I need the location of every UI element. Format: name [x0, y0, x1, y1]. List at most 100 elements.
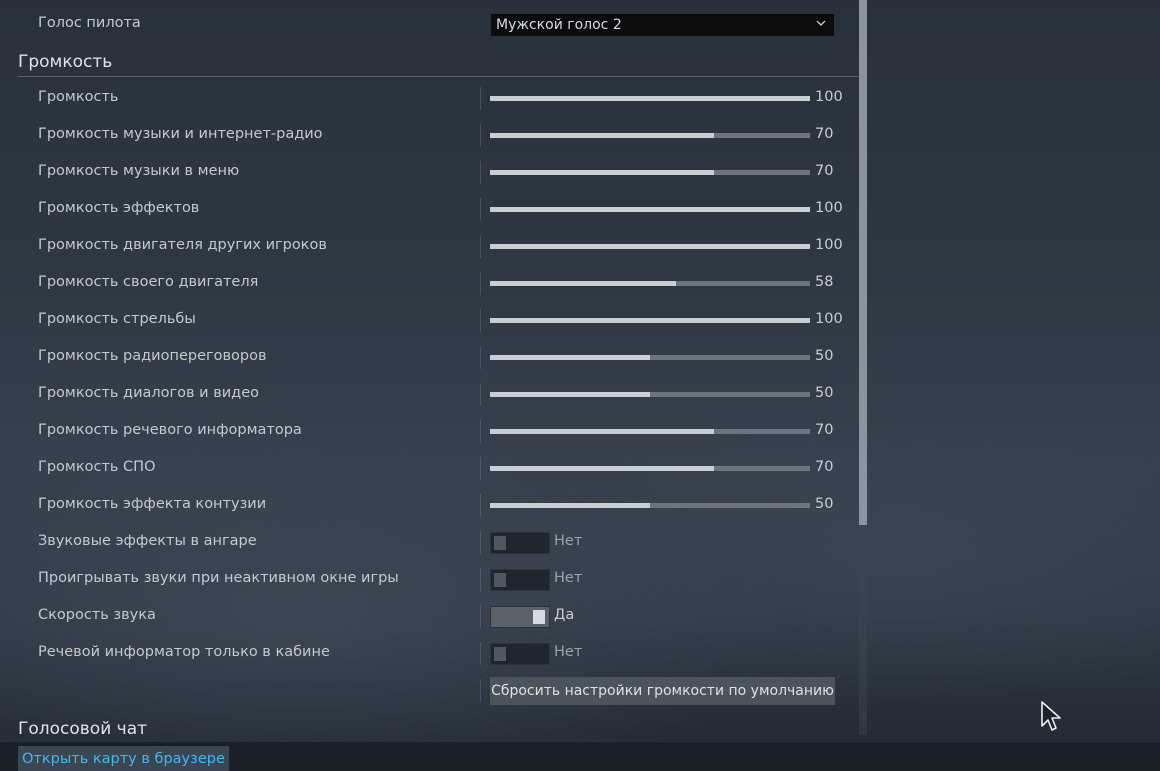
row-separator: [480, 605, 481, 628]
volume-slider-row: Громкость стрельбы 100: [0, 302, 860, 339]
volume-slider[interactable]: [490, 133, 810, 138]
volume-section-title: Громкость: [18, 52, 113, 72]
toggle-switch[interactable]: [490, 569, 550, 591]
volume-slider-row: Громкость музыки и интернет-радио 70: [0, 117, 860, 154]
voice-chat-section-title: Голосовой чат: [18, 719, 148, 739]
volume-slider-label: Громкость стрельбы: [38, 311, 196, 327]
volume-slider-fill: [490, 281, 676, 286]
toggle-knob: [533, 610, 545, 624]
volume-slider-fill: [490, 244, 810, 249]
row-separator: [480, 198, 481, 221]
volume-slider[interactable]: [490, 281, 810, 286]
volume-slider[interactable]: [490, 429, 810, 434]
volume-slider[interactable]: [490, 170, 810, 175]
pilot-voice-selected: Мужской голос 2: [496, 17, 622, 33]
volume-slider-label: Громкость радиопереговоров: [38, 348, 267, 364]
section-divider: [18, 76, 858, 77]
toggle-knob: [494, 536, 506, 550]
toggle-knob: [494, 647, 506, 661]
row-separator: [480, 124, 481, 147]
volume-slider[interactable]: [490, 503, 810, 508]
row-separator: [480, 87, 481, 110]
volume-slider-label: Громкость двигателя других игроков: [38, 237, 327, 253]
toggle-switch[interactable]: [490, 606, 550, 628]
row-separator: [480, 235, 481, 258]
toggle-state-text: Нет: [554, 533, 583, 549]
volume-slider-value: 100: [815, 200, 843, 216]
toggle-label: Речевой информатор только в кабине: [38, 644, 330, 660]
volume-slider-fill: [490, 355, 650, 360]
volume-slider-fill: [490, 170, 714, 175]
volume-slider-label: Громкость СПО: [38, 459, 156, 475]
reset-volume-button[interactable]: Сбросить настройки громкости по умолчани…: [490, 677, 835, 705]
volume-slider-fill: [490, 133, 714, 138]
volume-slider-label: Громкость эффектов: [38, 200, 200, 216]
row-separator: [480, 568, 481, 591]
volume-slider-row: Громкость двигателя других игроков 100: [0, 228, 860, 265]
volume-slider-label: Громкость музыки в меню: [38, 163, 240, 179]
volume-slider-value: 70: [815, 163, 834, 179]
row-separator: [480, 272, 481, 295]
volume-slider-value: 70: [815, 126, 834, 142]
volume-slider-row: Громкость СПО 70: [0, 450, 860, 487]
volume-slider-row: Громкость диалогов и видео 50: [0, 376, 860, 413]
volume-slider-value: 70: [815, 422, 834, 438]
volume-slider-fill: [490, 392, 650, 397]
pilot-voice-dropdown[interactable]: Мужской голос 2: [490, 13, 835, 37]
volume-slider-value: 100: [815, 237, 843, 253]
volume-slider-fill: [490, 466, 714, 471]
volume-slider[interactable]: [490, 355, 810, 360]
volume-slider-fill: [490, 318, 810, 323]
row-separator: [480, 346, 481, 369]
volume-slider-row: Громкость своего двигателя 58: [0, 265, 860, 302]
volume-slider[interactable]: [490, 392, 810, 397]
toggle-knob: [494, 573, 506, 587]
toggle-label: Звуковые эффекты в ангаре: [38, 533, 257, 549]
volume-slider-fill: [490, 96, 810, 101]
volume-slider-value: 50: [815, 385, 834, 401]
toggle-switch[interactable]: [490, 643, 550, 665]
volume-slider-value: 100: [815, 311, 843, 327]
volume-slider[interactable]: [490, 318, 810, 323]
volume-slider-label: Громкость эффекта контузии: [38, 496, 267, 512]
volume-slider-label: Громкость музыки и интернет-радио: [38, 126, 323, 142]
scrollbar[interactable]: [859, 0, 867, 735]
toggle-row: Речевой информатор только в кабине Нет: [0, 635, 860, 672]
toggle-state-text: Нет: [554, 644, 583, 660]
toggle-switch[interactable]: [490, 532, 550, 554]
volume-slider-value: 70: [815, 459, 834, 475]
row-separator: [480, 531, 481, 554]
row-separator: [480, 642, 481, 665]
volume-slider[interactable]: [490, 96, 810, 101]
pilot-voice-row: Голос пилота Мужской голос 2: [0, 6, 860, 43]
row-separator: [480, 420, 481, 443]
chevron-down-icon: [816, 20, 826, 26]
volume-slider-label: Громкость речевого информатора: [38, 422, 302, 438]
volume-slider-label: Громкость своего двигателя: [38, 274, 259, 290]
sound-settings-panel: Голос пилота Мужской голос 2 Громкость Г…: [0, 0, 860, 741]
toggle-row: Скорость звука Да: [0, 598, 860, 635]
volume-slider-label: Громкость: [38, 89, 119, 105]
row-separator: [480, 494, 481, 517]
volume-slider-row: Громкость эффекта контузии 50: [0, 487, 860, 524]
toggle-label: Проигрывать звуки при неактивном окне иг…: [38, 570, 399, 586]
row-separator: [480, 679, 481, 702]
scrollbar-thumb[interactable]: [859, 0, 867, 525]
volume-slider-row: Громкость эффектов 100: [0, 191, 860, 228]
volume-slider-fill: [490, 207, 810, 212]
pilot-voice-label: Голос пилота: [38, 15, 141, 31]
open-map-link[interactable]: Открыть карту в браузере: [18, 746, 229, 771]
volume-slider[interactable]: [490, 466, 810, 471]
mouse-cursor-icon: [1041, 701, 1061, 731]
row-separator: [480, 161, 481, 184]
volume-slider-label: Громкость диалогов и видео: [38, 385, 259, 401]
volume-slider-row: Громкость музыки в меню 70: [0, 154, 860, 191]
row-separator: [480, 457, 481, 480]
volume-slider-fill: [490, 429, 714, 434]
toggle-state-text: Нет: [554, 570, 583, 586]
volume-slider-value: 100: [815, 89, 843, 105]
volume-slider[interactable]: [490, 207, 810, 212]
volume-slider-value: 50: [815, 348, 834, 364]
volume-slider[interactable]: [490, 244, 810, 249]
toggle-row: Звуковые эффекты в ангаре Нет: [0, 524, 860, 561]
